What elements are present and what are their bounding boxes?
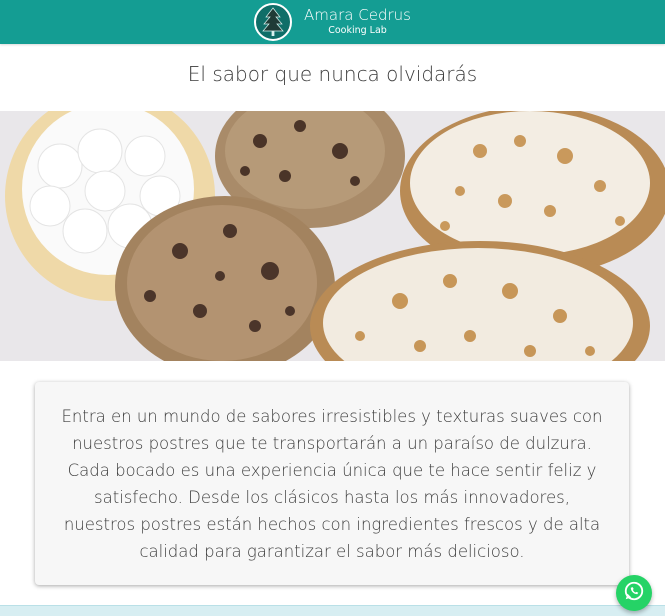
intro-card: Entra en un mundo de sabores irresistibl… bbox=[35, 382, 629, 585]
whatsapp-icon bbox=[623, 580, 645, 606]
brand-link[interactable]: Amara Cedrus Cooking Lab bbox=[254, 3, 411, 41]
brand-text: Amara Cedrus Cooking Lab bbox=[304, 8, 411, 36]
next-section-edge bbox=[0, 605, 665, 616]
brand-name: Amara Cedrus bbox=[304, 6, 411, 25]
brand-subtitle: Cooking Lab bbox=[328, 25, 387, 37]
top-navbar: Amara Cedrus Cooking Lab bbox=[0, 0, 665, 44]
hero-image bbox=[0, 111, 665, 361]
whatsapp-button[interactable] bbox=[616, 575, 652, 611]
intro-text: Entra en un mundo de sabores irresistibl… bbox=[61, 406, 603, 561]
page-title: El sabor que nunca olvidarás bbox=[187, 62, 478, 86]
cedar-tree-icon bbox=[254, 3, 293, 41]
